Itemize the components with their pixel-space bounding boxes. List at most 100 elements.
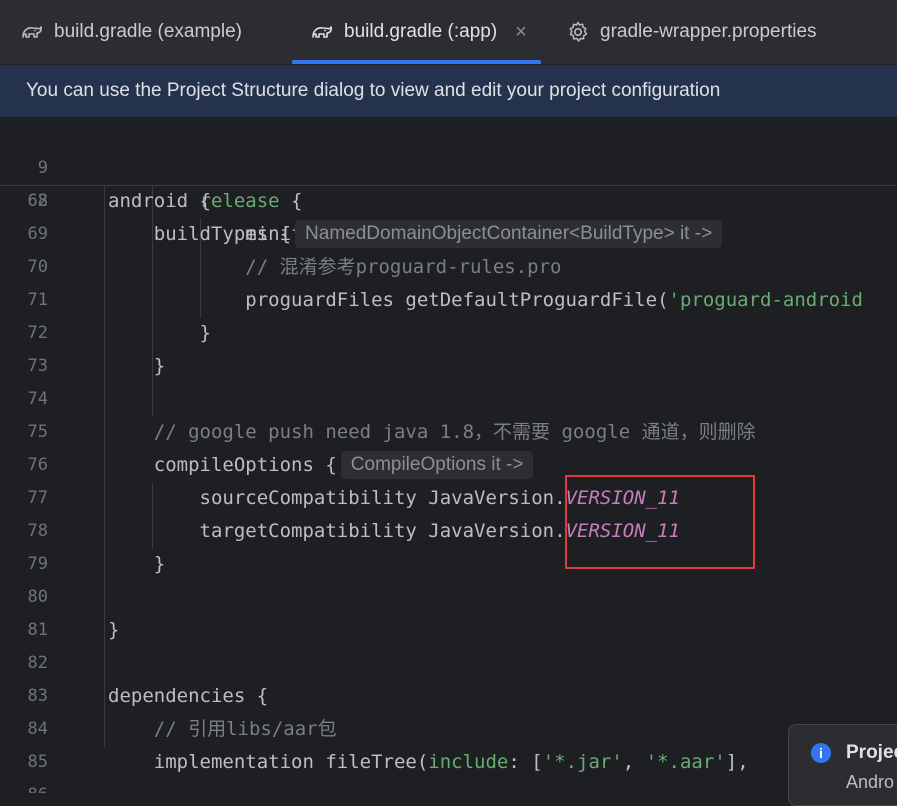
line-number: 85 — [27, 752, 48, 772]
code-line[interactable]: 72 } — [0, 317, 897, 350]
inlay-type-hint[interactable]: CompileOptions it -> — [340, 451, 534, 479]
line-number: 71 — [27, 290, 48, 310]
gradle-elephant-icon — [22, 26, 43, 38]
code-token: dependencies { — [108, 685, 269, 707]
code-line[interactable]: 81} — [0, 614, 897, 647]
notification-title: Projec — [846, 742, 897, 763]
code-text: buildTypes {NamedDomainObjectContainer<B… — [108, 218, 723, 251]
code-token: , — [622, 751, 646, 773]
code-line[interactable]: 86 — [0, 779, 897, 793]
banner-text: You can use the Project Structure dialog… — [26, 80, 721, 101]
inlay-type-hint[interactable]: NamedDomainObjectContainer<BuildType> it… — [295, 220, 723, 248]
notification-popup[interactable]: i Projec Andro — [788, 724, 897, 806]
code-text: // 引用libs/aar包 — [108, 713, 337, 746]
code-line[interactable]: 82 — [0, 647, 897, 680]
line-number: 74 — [27, 389, 48, 409]
code-editor[interactable]: 9 android { 62 buildTypes {NamedDomainOb… — [0, 119, 897, 793]
code-token: release — [199, 190, 280, 212]
code-line[interactable]: 79 } — [0, 548, 897, 581]
code-line[interactable]: 80 — [0, 581, 897, 614]
indent-guide — [104, 185, 105, 747]
code-token: } — [108, 322, 211, 344]
code-line[interactable]: 75 // google push need java 1.8，不需要 goog… — [0, 416, 897, 449]
tab-label: build.gradle (:app) — [344, 21, 498, 42]
code-token: proguardFiles getDefaultProguardFile( — [108, 289, 669, 311]
code-token: targetCompatibility JavaVersion. — [108, 520, 566, 542]
code-text: proguardFiles getDefaultProguardFile('pr… — [108, 284, 863, 317]
line-number: 73 — [27, 356, 48, 376]
line-number: 84 — [27, 719, 48, 739]
line-number: 79 — [27, 554, 48, 574]
gradle-elephant-icon — [312, 26, 333, 38]
code-token: } — [108, 619, 120, 641]
code-token: 'proguard-android — [668, 289, 863, 311]
code-token: // 引用libs/aar包 — [153, 718, 337, 740]
code-text: compileOptions {CompileOptions it -> — [108, 449, 534, 482]
line-number: 75 — [27, 422, 48, 442]
code-token: implementation fileTree( — [108, 751, 429, 773]
sticky-line[interactable]: 62 buildTypes {NamedDomainObjectContaine… — [0, 152, 897, 248]
code-text: android { — [108, 190, 211, 212]
editor-tab-bar: build.gradle (example) build.gradle (:ap… — [0, 0, 897, 65]
code-text: dependencies { — [108, 680, 268, 713]
code-line[interactable]: 74 — [0, 383, 897, 416]
code-text: implementation fileTree(include: ['*.jar… — [108, 746, 749, 779]
sticky-line[interactable]: 9 android { — [0, 119, 897, 212]
code-text: // 混淆参考proguard-rules.pro — [108, 251, 562, 284]
gear-icon — [569, 21, 588, 42]
tab-label: gradle-wrapper.properties — [600, 21, 817, 42]
code-token: '*.jar' — [542, 751, 623, 773]
line-number: 72 — [27, 323, 48, 343]
code-line[interactable]: 84 // 引用libs/aar包 — [0, 713, 897, 746]
line-number: 86 — [0, 779, 48, 793]
active-tab-indicator — [292, 60, 541, 64]
line-number: 76 — [27, 455, 48, 475]
code-text: } — [108, 548, 165, 581]
code-line[interactable]: 78 targetCompatibility JavaVersion.VERSI… — [0, 515, 897, 548]
code-text: } — [108, 350, 165, 383]
code-token: ], — [725, 751, 749, 773]
code-token: '*.aar' — [645, 751, 726, 773]
line-number: 78 — [27, 521, 48, 541]
code-line[interactable]: 70 // 混淆参考proguard-rules.pro — [0, 251, 897, 284]
code-line[interactable]: 73 } — [0, 350, 897, 383]
highlight-box — [565, 475, 755, 569]
code-token: { — [279, 190, 303, 212]
sticky-lines-header[interactable]: 9 android { 62 buildTypes {NamedDomainOb… — [0, 119, 897, 248]
tab-gradle-wrapper-properties[interactable]: gradle-wrapper.properties — [566, 0, 817, 64]
info-icon: i — [811, 743, 831, 763]
notification-body: Andro — [846, 772, 895, 792]
code-token: } — [108, 553, 166, 575]
code-token: : [ — [508, 751, 543, 773]
line-number: 62 — [27, 191, 48, 211]
code-token: include — [428, 751, 509, 773]
indent-guide — [152, 483, 153, 549]
project-structure-banner[interactable]: You can use the Project Structure dialog… — [0, 65, 897, 118]
code-token: // google push need java 1.8，不需要 google … — [153, 421, 756, 443]
code-line[interactable]: 85 implementation fileTree(include: ['*.… — [0, 746, 897, 779]
line-number: 81 — [27, 620, 48, 640]
line-number: 82 — [27, 653, 48, 673]
code-token: sourceCompatibility JavaVersion. — [108, 487, 566, 509]
code-segment: buildTypes { — [108, 223, 292, 245]
code-line[interactable]: 71 proguardFiles getDefaultProguardFile(… — [0, 284, 897, 317]
code-token: compileOptions { — [108, 454, 337, 476]
code-token: } — [108, 355, 166, 377]
line-number: 83 — [27, 686, 48, 706]
code-token: // 混淆参考proguard-rules.pro — [245, 256, 562, 278]
code-text: } — [108, 317, 211, 350]
close-icon[interactable]: × — [515, 21, 527, 44]
tab-build-gradle-app[interactable]: build.gradle (:app) × — [292, 0, 541, 64]
code-text: } — [108, 614, 119, 647]
code-line[interactable]: 83 dependencies { — [0, 680, 897, 713]
line-number: 77 — [27, 488, 48, 508]
tab-label: build.gradle (example) — [54, 21, 242, 42]
code-line[interactable]: 77 sourceCompatibility JavaVersion.VERSI… — [0, 482, 897, 515]
code-line[interactable]: 76 compileOptions {CompileOptions it -> — [0, 449, 897, 482]
line-number: 80 — [27, 587, 48, 607]
tab-build-gradle-example[interactable]: build.gradle (example) — [20, 0, 242, 64]
code-text: // google push need java 1.8，不需要 google … — [108, 416, 756, 449]
